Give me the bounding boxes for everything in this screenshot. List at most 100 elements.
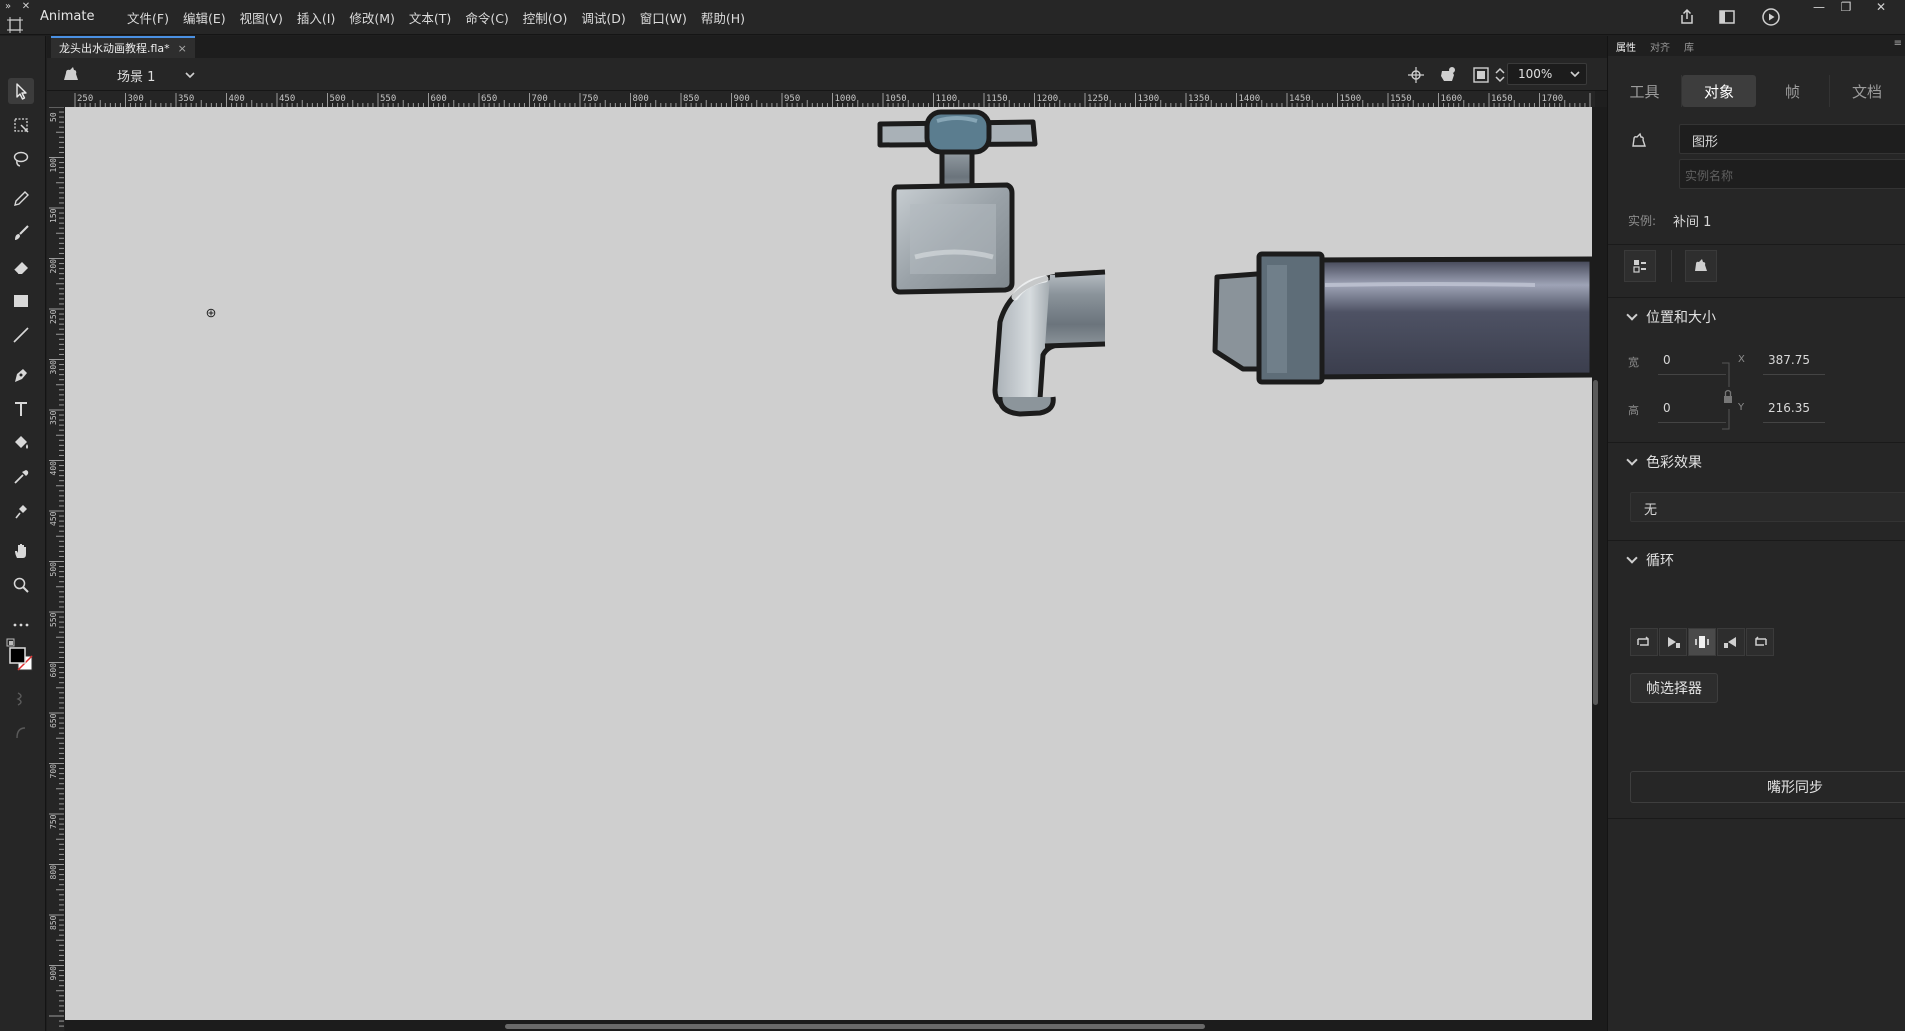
lasso-tool-icon[interactable] [8, 146, 34, 172]
menu-file[interactable]: 文件(F) [120, 8, 176, 27]
section-position-size[interactable]: 位置和大小 [1626, 307, 1716, 327]
instance-name-placeholder: 实例名称 [1685, 169, 1734, 183]
tab-library[interactable]: 库 [1684, 39, 1694, 54]
tab-frame[interactable]: 帧 [1756, 75, 1830, 107]
instance-name-input[interactable]: 实例名称 [1679, 159, 1905, 189]
menu-view[interactable]: 视图(V) [233, 8, 290, 27]
tab-tool[interactable]: 工具 [1608, 75, 1682, 107]
play-reverse-once-button[interactable] [1717, 628, 1745, 656]
x-value[interactable]: 387.75 [1768, 353, 1810, 367]
single-frame-button[interactable] [1688, 628, 1716, 656]
workspace-icon[interactable] [7, 17, 23, 33]
menu-window[interactable]: 窗口(W) [633, 8, 694, 27]
pen-tool-icon[interactable] [8, 362, 34, 388]
scene-icon[interactable] [61, 65, 81, 83]
center-stage-icon[interactable] [1406, 65, 1426, 85]
tab-properties[interactable]: 属性 [1616, 39, 1636, 54]
selection-tool-icon[interactable] [8, 78, 34, 104]
zoom-tool-icon[interactable] [8, 572, 34, 598]
y-value[interactable]: 216.35 [1768, 401, 1810, 415]
rectangle-tool-icon[interactable] [8, 288, 34, 314]
play-once-button[interactable] [1659, 628, 1687, 656]
swap-symbol-button[interactable] [1624, 250, 1656, 282]
close-tab-icon[interactable]: × [178, 42, 187, 55]
lock-aspect-icon[interactable] [1720, 361, 1734, 431]
horizontal-scrollbar[interactable] [505, 1024, 1205, 1029]
share-icon[interactable] [1676, 7, 1698, 27]
menu-modify[interactable]: 修改(M) [342, 8, 402, 27]
section-loop[interactable]: 循环 [1626, 550, 1674, 570]
scene-dropdown-icon[interactable] [184, 69, 196, 81]
edit-symbols-icon[interactable] [1438, 65, 1458, 85]
lip-sync-button[interactable]: 嘴形同步 [1630, 771, 1905, 803]
menu-help[interactable]: 帮助(H) [694, 8, 752, 27]
smooth-icon[interactable] [8, 720, 34, 746]
ruler-label: 600 [49, 663, 58, 678]
free-transform-icon[interactable] [8, 112, 34, 138]
loop-button[interactable] [1630, 628, 1658, 656]
ruler-label: 800 [633, 94, 649, 104]
menu-commands[interactable]: 命令(C) [458, 8, 515, 27]
line-tool-icon[interactable] [8, 322, 34, 348]
menu-insert[interactable]: 插入(I) [290, 8, 342, 27]
more-tools-icon[interactable] [8, 612, 34, 638]
eyedropper-icon[interactable] [8, 464, 34, 490]
tab-align[interactable]: 对齐 [1650, 39, 1670, 54]
clip-content-icon[interactable] [1471, 65, 1491, 85]
symbol-type-select[interactable]: 图形 [1679, 124, 1905, 154]
section-color-effect[interactable]: 色彩效果 [1626, 452, 1702, 472]
zoom-stepper-icon[interactable] [1493, 65, 1507, 85]
eraser-tool-icon[interactable] [8, 254, 34, 280]
tab-document[interactable]: 文档 [1830, 75, 1904, 107]
expand-icon[interactable]: » [2, 1, 14, 13]
graphic-symbol-icon [1632, 132, 1646, 147]
menu-edit[interactable]: 编辑(E) [176, 8, 233, 27]
menu-control[interactable]: 控制(O) [516, 8, 575, 27]
section-title: 位置和大小 [1646, 310, 1716, 326]
divider [1608, 442, 1905, 443]
stroke-fill-colors-icon[interactable] [6, 638, 36, 671]
test-movie-icon[interactable] [1760, 7, 1782, 27]
ruler-label: 650 [481, 94, 497, 104]
zoom-dropdown-icon[interactable] [1569, 68, 1581, 80]
document-tab[interactable]: 龙头出水动画教程.fla* × [51, 36, 195, 58]
symbol-icon [1695, 259, 1707, 271]
tab-object[interactable]: 对象 [1682, 75, 1756, 107]
close-panel-icon[interactable]: ✕ [20, 1, 32, 13]
menu-debug[interactable]: 调试(D) [574, 8, 632, 27]
text-tool-icon[interactable] [8, 396, 34, 422]
minimize-icon[interactable]: — [1806, 0, 1832, 16]
hand-tool-icon[interactable] [8, 538, 34, 564]
loop-reverse-button[interactable] [1746, 628, 1774, 656]
reverse-once-icon [1724, 637, 1736, 648]
menu-text[interactable]: 文本(T) [402, 8, 458, 27]
x-label: X [1738, 354, 1745, 365]
ruler-label: 600 [431, 94, 447, 104]
edit-symbol-button[interactable] [1685, 250, 1717, 282]
panel-menu-icon[interactable]: ≡ [1894, 38, 1902, 49]
frame-picker-button[interactable]: 帧选择器 [1630, 673, 1718, 703]
zoom-select[interactable]: 100% [1507, 63, 1587, 85]
paint-bucket-icon[interactable] [8, 430, 34, 456]
width-underline [1658, 374, 1726, 375]
vertical-ruler-ticks: 50 100 150 200 250 300 350 400 450 500 550 600 650 70… [49, 107, 64, 1027]
stage[interactable] [65, 107, 1592, 1020]
height-value[interactable]: 0 [1663, 401, 1671, 415]
restore-icon[interactable]: ❐ [1833, 0, 1859, 16]
vertical-scrollbar[interactable] [1593, 380, 1598, 705]
width-value[interactable]: 0 [1663, 353, 1671, 367]
close-window-icon[interactable]: ✕ [1868, 0, 1894, 16]
faucet-graphic[interactable] [65, 107, 1592, 1020]
panel-layout-icon[interactable] [1716, 7, 1738, 27]
brush-tool-icon[interactable] [8, 220, 34, 246]
asset-warp-icon[interactable] [8, 498, 34, 524]
color-effect-select[interactable]: 无 [1630, 492, 1905, 522]
instance-of-value[interactable]: 补间 1 [1673, 211, 1711, 230]
registration-point-icon[interactable] [206, 308, 216, 318]
ruler-label: 350 [49, 410, 58, 425]
pencil-tool-icon[interactable] [8, 186, 34, 212]
horizontal-ruler: 250 300 350 400 450 500 550 600 650 700 750 800 850 9… [65, 91, 1595, 107]
ruler-label: 950 [784, 94, 800, 104]
ruler-label: 1200 [1037, 94, 1059, 104]
snap-icon[interactable] [8, 686, 34, 712]
